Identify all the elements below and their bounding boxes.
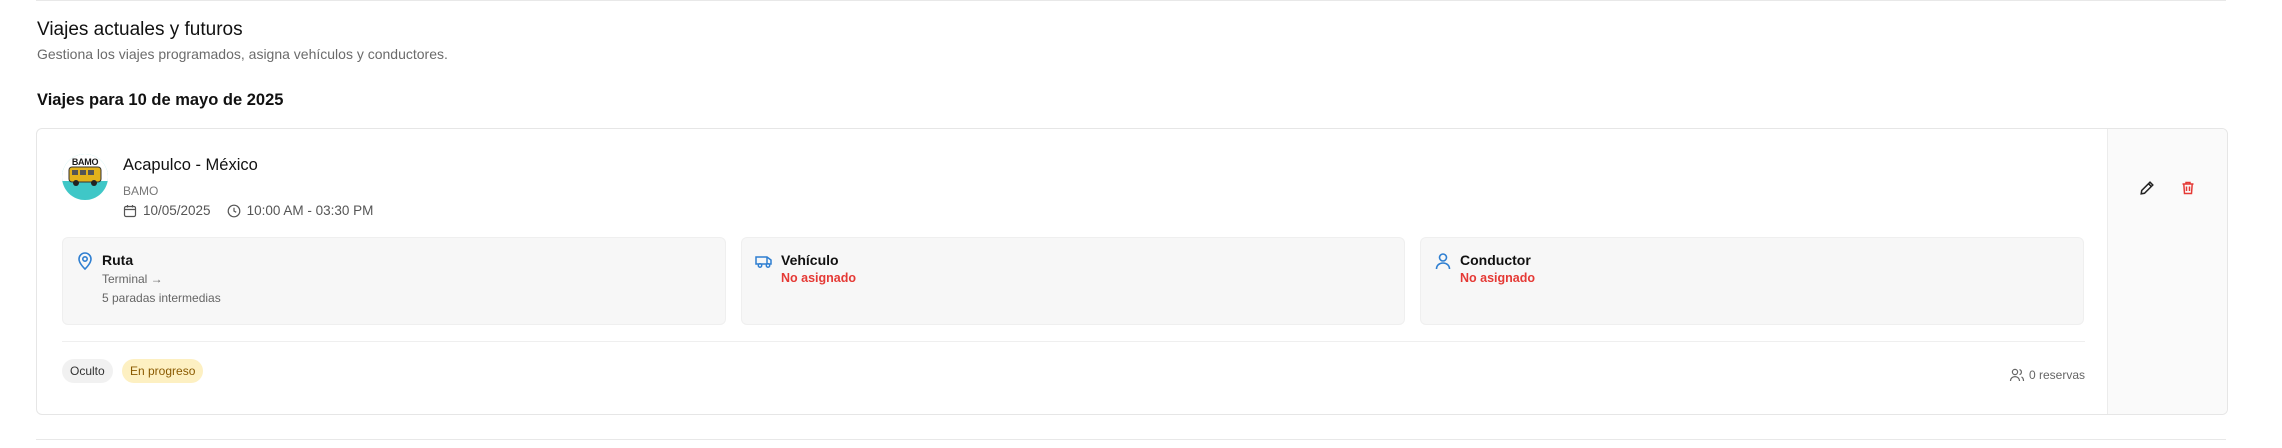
page-subtitle: Gestiona los viajes programados, asigna … <box>37 46 448 62</box>
status-badge: En progreso <box>122 359 204 383</box>
trip-date: 10/05/2025 <box>143 203 211 218</box>
pencil-icon <box>2139 180 2155 201</box>
card-divider <box>62 341 2085 342</box>
page-title: Viajes actuales y futuros <box>37 19 243 40</box>
trip-card-actions <box>2107 129 2227 414</box>
driver-title: Conductor <box>1460 252 1531 268</box>
top-divider <box>36 0 2226 1</box>
company-logo: BAMO <box>62 154 108 200</box>
reservations-label: 0 reservas <box>2028 368 2085 382</box>
trip-card-main: BAMO Acapulco - México BAMO 10/05/2025 1… <box>37 129 2107 414</box>
trash-icon <box>2180 180 2196 201</box>
route-title: Ruta <box>102 252 134 268</box>
section-date-title: Viajes para 10 de mayo de 2025 <box>37 91 284 109</box>
edit-trip-button[interactable] <box>2135 178 2159 202</box>
route-stops: 5 paradas intermedias <box>102 291 221 305</box>
trip-time: 10:00 AM - 03:30 PM <box>246 203 374 218</box>
logo-wordmark: BAMO <box>71 157 99 167</box>
calendar-icon <box>123 204 137 218</box>
route-origin: Terminal → <box>102 272 163 286</box>
user-icon <box>1433 251 1453 271</box>
trip-schedule: 10/05/2025 10:00 AM - 03:30 PM <box>123 203 373 218</box>
trip-route-name: Acapulco - México <box>123 156 258 174</box>
users-icon <box>2009 367 2025 383</box>
visibility-badge: Oculto <box>62 359 113 383</box>
delete-trip-button[interactable] <box>2176 178 2200 202</box>
route-info-box: Ruta Terminal → 5 paradas intermedias <box>62 237 726 325</box>
vehicle-info-box[interactable]: Vehículo No asignado <box>741 237 1405 325</box>
driver-status: No asignado <box>1460 271 1536 285</box>
trip-card[interactable]: BAMO Acapulco - México BAMO 10/05/2025 1… <box>36 128 2228 415</box>
trip-company: BAMO <box>123 184 159 198</box>
map-pin-icon <box>75 251 95 271</box>
clock-icon <box>227 204 241 218</box>
reservations-count: 0 reservas <box>2009 367 2085 383</box>
vehicle-title: Vehículo <box>781 252 839 268</box>
bottom-divider <box>36 439 2226 440</box>
bus-icon <box>754 251 774 271</box>
driver-info-box[interactable]: Conductor No asignado <box>1420 237 2084 325</box>
vehicle-status: No asignado <box>781 271 857 285</box>
